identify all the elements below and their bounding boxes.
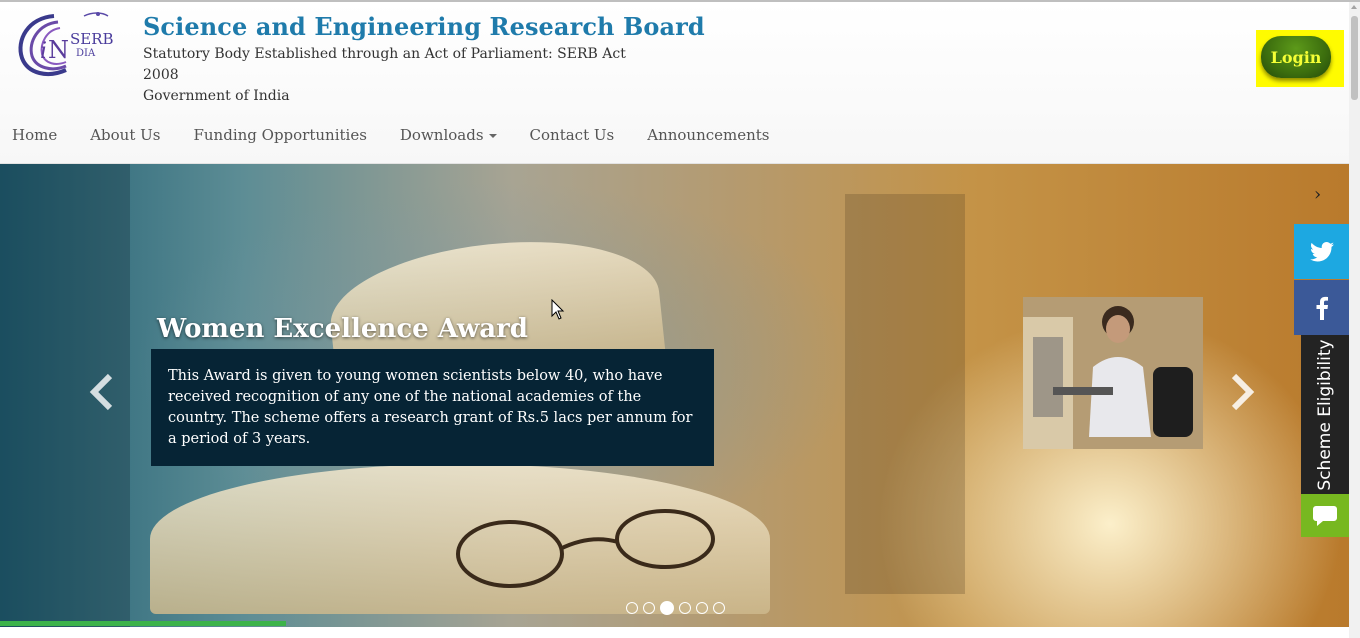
twitter-icon [1309,241,1334,261]
svg-text:SERB: SERB [70,30,114,48]
scroll-thumb[interactable] [1351,16,1358,100]
caret-down-icon [488,134,497,138]
site-title[interactable]: Science and Engineering Research Board [143,12,705,41]
twitter-button[interactable] [1294,224,1349,279]
scheme-eligibility-tab[interactable]: Scheme Eligibility [1301,335,1349,494]
subtitle-line-1: Statutory Body Established through an Ac… [143,46,626,62]
subtitle-line-2: 2008 [143,67,179,83]
glasses-image [456,509,715,588]
slide-caption: This Award is given to young women scien… [151,349,714,466]
slide-dot-1[interactable] [626,602,638,614]
book-stack-right [845,194,965,594]
nav-downloads-label: Downloads [399,126,484,144]
slide-dot-3[interactable] [660,601,674,615]
site-header: i N SERB DIA Science and Engineering Res… [0,2,1349,164]
slide-text: This Award is given to young women scien… [168,368,693,447]
nav-home[interactable]: Home [0,119,74,155]
slide-progress-bar [0,621,286,626]
chevron-left-icon[interactable] [88,372,114,422]
svg-text:N: N [48,36,69,64]
login-highlight: Login [1256,30,1344,87]
slide-photo [1023,297,1203,449]
svg-text:DIA: DIA [76,48,96,59]
chevron-right-icon[interactable]: › [1314,184,1321,205]
main-nav: Home About Us Funding Opportunities Down… [0,119,786,155]
scroll-up-arrow[interactable] [1351,5,1357,9]
slide-dot-2[interactable] [643,602,655,614]
facebook-icon [1316,296,1328,320]
cursor-icon [551,299,565,320]
page-scrollbar[interactable] [1349,2,1360,638]
facebook-button[interactable] [1294,280,1349,335]
nav-funding-opportunities[interactable]: Funding Opportunities [177,119,383,155]
slider-pagination [626,601,725,615]
login-button[interactable]: Login [1261,36,1331,78]
scheme-eligibility-label: Scheme Eligibility [1315,339,1335,491]
slide-dot-5[interactable] [696,602,708,614]
chevron-right-icon[interactable] [1230,372,1256,422]
slide-dot-6[interactable] [713,602,725,614]
subtitle-line-3: Government of India [143,88,290,104]
chat-button[interactable] [1301,494,1349,537]
slide-dot-4[interactable] [679,602,691,614]
site-subtitle: Statutory Body Established through an Ac… [143,44,626,107]
nav-announcements[interactable]: Announcements [631,119,786,155]
svg-text:i: i [40,39,47,64]
nav-about-us[interactable]: About Us [74,119,177,155]
nav-downloads[interactable]: Downloads [383,119,513,155]
slide-title: Women Excellence Award [157,314,528,344]
serb-logo[interactable]: i N SERB DIA [14,10,130,80]
nav-contact-us[interactable]: Contact Us [513,119,631,155]
chat-icon [1313,505,1337,526]
hero-slider[interactable]: › Women Excellence Award This Award is g… [0,164,1349,627]
